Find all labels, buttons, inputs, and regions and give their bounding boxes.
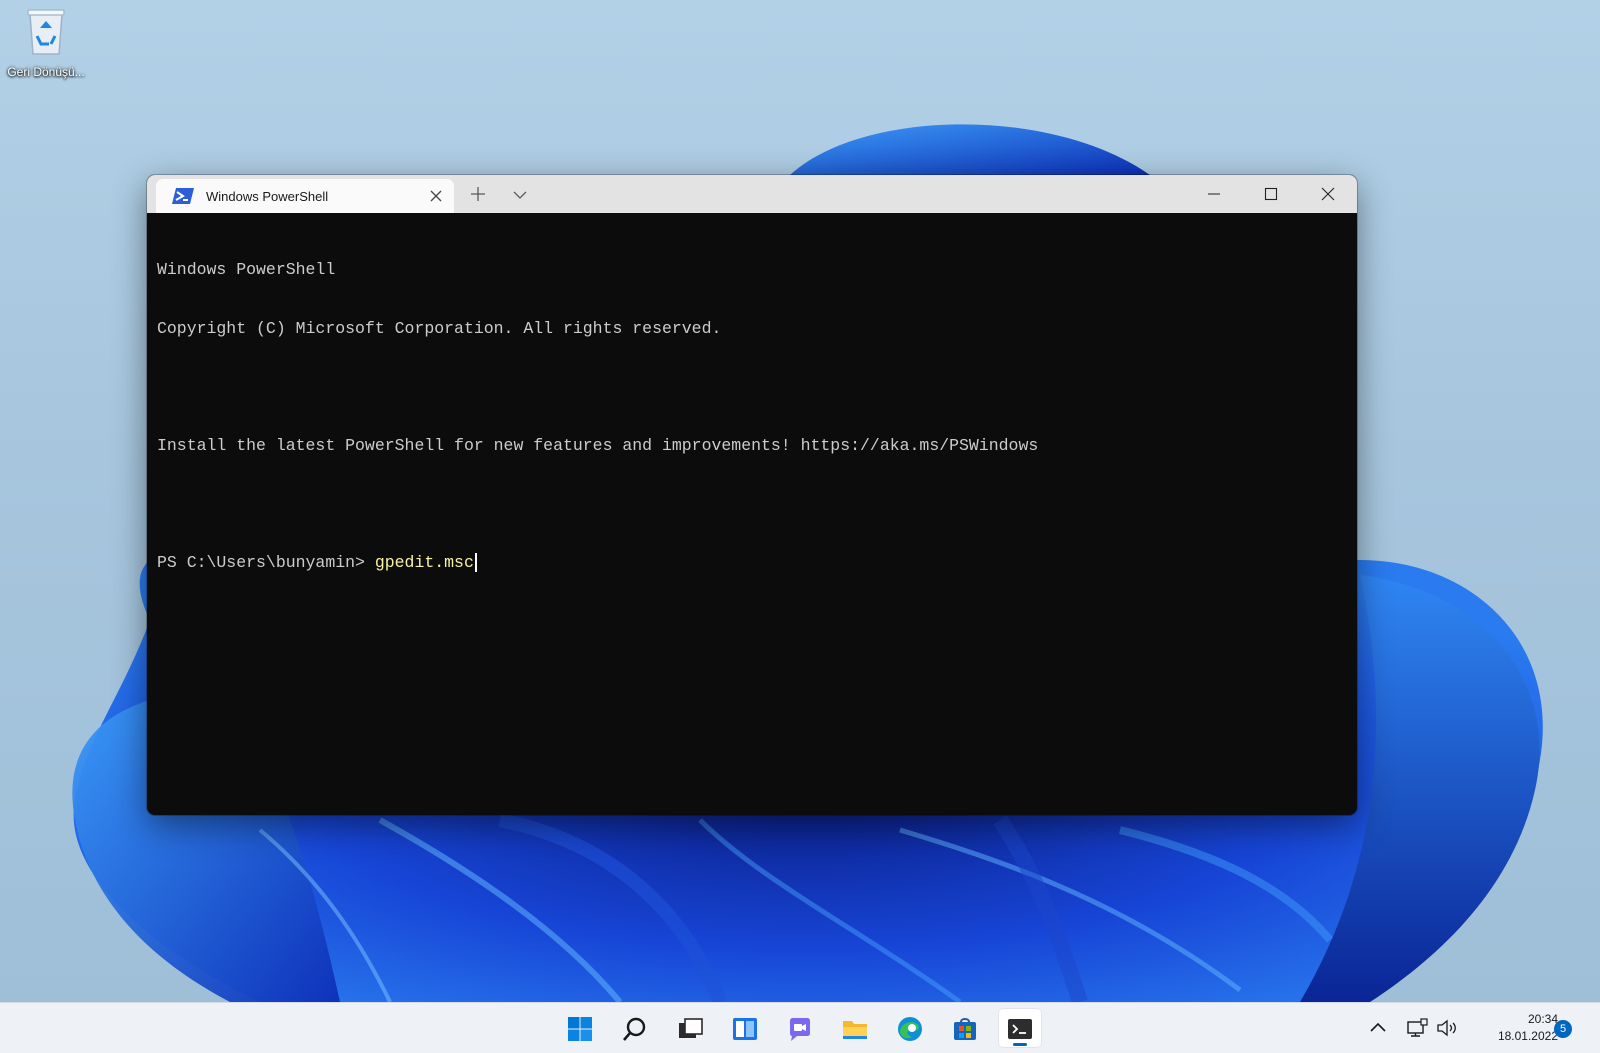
console-line: Windows PowerShell: [157, 260, 336, 279]
task-view-button[interactable]: [668, 1008, 712, 1048]
powershell-icon: [172, 188, 194, 204]
text-cursor: [474, 552, 477, 572]
file-explorer-icon: [843, 1021, 867, 1039]
terminal-window[interactable]: Windows PowerShell Windows PowerShell Co…: [147, 175, 1357, 815]
notification-badge[interactable]: 5: [1554, 1020, 1572, 1038]
clock-time: 20:34: [1527, 1012, 1558, 1026]
tab-title: Windows PowerShell: [206, 189, 329, 204]
close-tab-icon[interactable]: [426, 186, 446, 206]
network-icon[interactable]: [1405, 1016, 1429, 1040]
console-line: Copyright (C) Microsoft Corporation. All…: [157, 318, 722, 338]
chat-icon: [790, 1018, 810, 1041]
start-icon: [568, 1017, 592, 1041]
running-indicator: [1013, 1043, 1027, 1046]
prompt: PS C:\Users\bunyamin>: [157, 552, 375, 572]
chevron-down-icon[interactable]: [510, 185, 530, 205]
maximize-button[interactable]: [1242, 175, 1300, 213]
taskbar: 20:34 18.01.2022 5: [0, 1002, 1600, 1053]
store-button[interactable]: [943, 1008, 987, 1048]
console-output[interactable]: Windows PowerShell Copyright (C) Microso…: [157, 221, 1347, 805]
search-icon: [623, 1017, 646, 1041]
terminal-icon: [1008, 1019, 1032, 1039]
widgets-icon: [733, 1018, 757, 1040]
minimize-icon: [1208, 193, 1220, 195]
tab-windows-powershell[interactable]: Windows PowerShell: [156, 179, 454, 213]
volume-icon[interactable]: [1435, 1016, 1459, 1040]
new-tab-icon[interactable]: [468, 184, 488, 204]
close-button[interactable]: [1299, 175, 1357, 213]
system-clock[interactable]: 20:34 18.01.2022: [1468, 1011, 1558, 1045]
start-button[interactable]: [558, 1008, 602, 1048]
recycle-bin-label: Geri Dönüşü...: [7, 65, 85, 79]
title-bar[interactable]: Windows PowerShell: [147, 175, 1357, 213]
widgets-button[interactable]: [723, 1008, 767, 1048]
clock-date: 18.01.2022: [1497, 1029, 1558, 1043]
chat-button[interactable]: [778, 1008, 822, 1048]
edge-button[interactable]: [888, 1008, 932, 1048]
edge-icon: [898, 1017, 922, 1041]
task-view-icon: [679, 1018, 703, 1038]
recycle-bin-icon: [27, 9, 65, 55]
search-button[interactable]: [613, 1008, 657, 1048]
maximize-icon: [1264, 187, 1278, 201]
console-line: Install the latest PowerShell for new fe…: [157, 435, 1039, 455]
recycle-bin-desktop-icon[interactable]: Geri Dönüşü...: [6, 6, 86, 79]
chevron-up-icon[interactable]: [1366, 1016, 1390, 1040]
terminal-button[interactable]: [998, 1008, 1042, 1048]
store-icon: [954, 1018, 976, 1040]
file-explorer-button[interactable]: [833, 1008, 877, 1048]
command-input[interactable]: gpedit.msc: [375, 553, 474, 572]
minimize-button[interactable]: [1185, 175, 1243, 213]
close-icon: [1321, 187, 1335, 201]
prompt-line[interactable]: PS C:\Users\bunyamin> gpedit.msc: [157, 552, 1347, 573]
